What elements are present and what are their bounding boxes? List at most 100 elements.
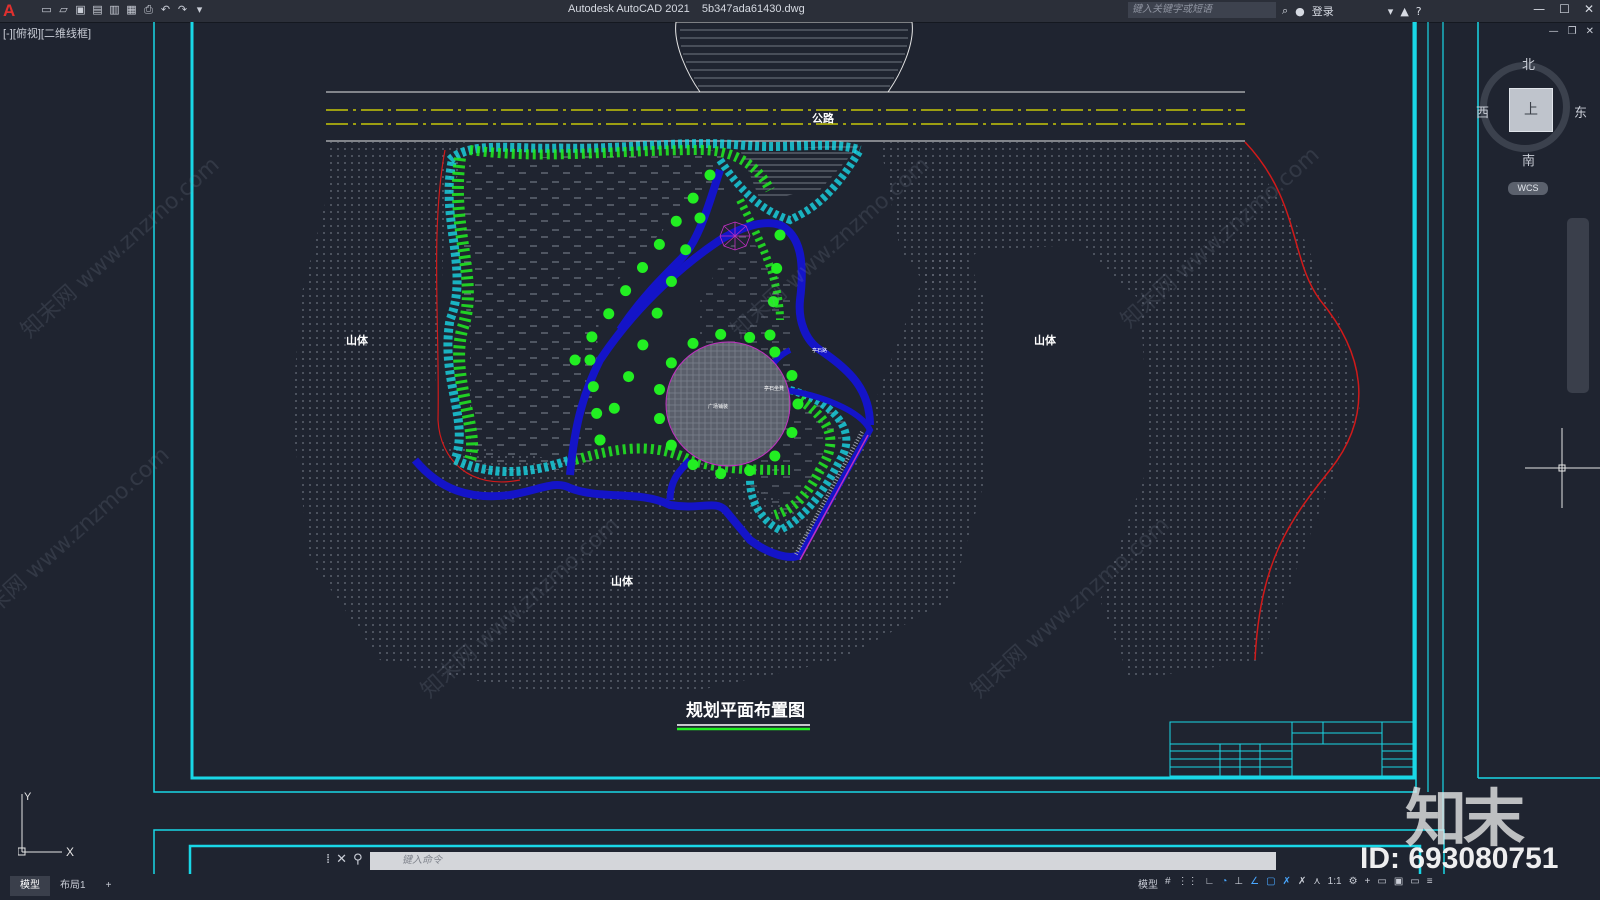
ucs-x-label: X [66,845,74,859]
undo-icon[interactable]: ↶ [159,3,172,17]
viewcube-north[interactable]: 北 [1522,54,1535,73]
grid-icon[interactable]: # [1165,876,1171,891]
tree-marker [774,229,786,241]
navigation-bar[interactable] [1567,218,1589,393]
mountain-label-left: 山体 [346,333,369,347]
viewport-controls-label[interactable]: [-][俯视][二维线框] [3,25,91,41]
tree-marker [670,215,682,227]
ucs-y-label: Y [24,791,32,803]
tab-model[interactable]: 模型 [10,876,50,896]
object-snap-icon[interactable]: ▢ [1266,876,1275,891]
customization-menu-icon[interactable]: ≡ [1427,876,1433,891]
tree-marker [665,439,677,451]
tree-marker [665,275,677,287]
tree-marker [637,262,648,273]
tree-marker [687,337,699,349]
search-icon[interactable]: ⌕ [1282,4,1288,18]
tree-marker [764,329,776,341]
auto-scale-icon[interactable]: ✗ [1298,876,1306,891]
annotation-scale-value[interactable]: 1:1 [1328,876,1342,891]
tree-marker [786,370,798,382]
login-link[interactable]: 登录 [1312,3,1334,19]
plaza-label: 广场铺装 [708,403,728,410]
river-top [675,22,913,93]
tree-marker [637,339,649,351]
tree-marker [569,354,581,366]
command-input[interactable]: 键入命令 [370,852,1276,870]
rock-path-label: 亭石路 [812,347,827,354]
object-snap-tracking-icon[interactable]: ∠ [1250,876,1259,891]
tree-marker [623,371,635,383]
tree-marker [591,407,603,419]
tree-marker [587,381,599,393]
tree-marker [687,459,699,471]
seat-label: 亭石坐凳 [764,385,784,392]
mountain-label-bottom: 山体 [611,574,634,588]
drawing-canvas[interactable]: 公路 广场铺装 亭石坐凳 亭石路 山体 山体 山体 规划平面布置图 [0,22,1600,874]
viewcube-top-face[interactable]: 上 [1509,88,1553,132]
window-title: Autodesk AutoCAD 2021 5b347ada61430.dwg [568,3,805,15]
user-icon[interactable]: ● [1295,5,1305,18]
crosshair-cursor [1525,428,1600,508]
close-icon[interactable]: ✕ [1584,2,1594,16]
save-web-icon[interactable]: ▦ [125,3,138,17]
command-customize-icon[interactable]: ⚲ [353,852,363,867]
viewcube-west[interactable]: 西 [1476,102,1489,121]
tree-marker [653,238,665,250]
tree-marker [608,402,620,414]
minimize-icon[interactable]: — [1533,2,1545,16]
annotation-visibility-icon[interactable]: ✗ [1283,876,1291,891]
tree-marker [687,192,699,204]
tree-marker [694,212,706,224]
customize-dropdown-icon[interactable]: ▾ [193,3,206,17]
save-as-icon[interactable]: ▤ [91,3,104,17]
quick-access-toolbar: ▭ ▱ ▣ ▤ ▥ ▦ ⎙ ↶ ↷ ▾ [40,3,206,17]
command-close-icon[interactable]: ✕ [336,852,347,867]
workspace-gear-icon[interactable]: ⚙ [1349,876,1358,891]
open-file-icon[interactable]: ▱ [57,3,70,17]
tree-marker [680,244,692,256]
title-bar: A ▭ ▱ ▣ ▤ ▥ ▦ ⎙ ↶ ↷ ▾ Autodesk AutoCAD 2… [0,0,1600,23]
units-icon[interactable]: ▭ [1377,876,1386,891]
tree-marker [792,398,804,410]
isodraft-icon[interactable]: ⊥ [1234,876,1243,891]
quick-properties-icon[interactable]: ▣ [1394,876,1403,891]
plot-icon[interactable]: ⎙ [142,3,155,17]
redo-icon[interactable]: ↷ [176,3,189,17]
snap-icon[interactable]: ⋮⋮ [1178,876,1198,891]
polar-icon[interactable]: ◔ [1221,876,1227,891]
tree-marker [620,285,632,297]
autocad-logo-icon[interactable]: A [3,1,15,21]
new-file-icon[interactable]: ▭ [40,3,53,17]
tree-marker [769,346,781,358]
maximize-icon[interactable]: ☐ [1559,2,1570,16]
command-line-controls: ⁞ ✕ ⚲ [326,852,363,867]
tab-layout1[interactable]: 布局1 [50,876,96,896]
tree-marker [654,383,666,395]
help-icon[interactable]: ? [1416,5,1422,18]
autodesk-app-icon[interactable]: ▲ [1400,5,1408,18]
tree-marker [654,413,666,425]
window-controls: — ☐ ✕ [1533,2,1594,16]
ortho-icon[interactable]: ∟ [1205,876,1215,891]
tree-marker [744,465,756,477]
tree-marker [665,357,677,369]
tab-add-layout[interactable]: + [96,876,122,896]
cart-icon[interactable]: ▾ [1388,5,1394,18]
annotation-scale-icon[interactable]: ⋏ [1313,876,1320,891]
layout-tabs: 模型 布局1 + [0,874,1150,900]
model-space-button[interactable]: 模型 [1138,876,1158,891]
road-label: 公路 [812,111,835,125]
title-block [1169,721,1414,777]
wcs-menu[interactable]: WCS [1508,182,1548,195]
command-grip-icon[interactable]: ⁞ [326,852,330,867]
viewcube-east[interactable]: 东 [1574,102,1587,121]
river-hatch [680,29,908,87]
search-input[interactable]: 键入关键字或短语 [1128,2,1276,18]
open-web-icon[interactable]: ▥ [108,3,121,17]
clean-screen-icon[interactable]: ▭ [1410,876,1419,891]
watermark-id: ID: 693080751 [1360,842,1559,875]
viewcube-south[interactable]: 南 [1522,150,1535,169]
save-icon[interactable]: ▣ [74,3,87,17]
add-icon[interactable]: + [1365,876,1371,891]
